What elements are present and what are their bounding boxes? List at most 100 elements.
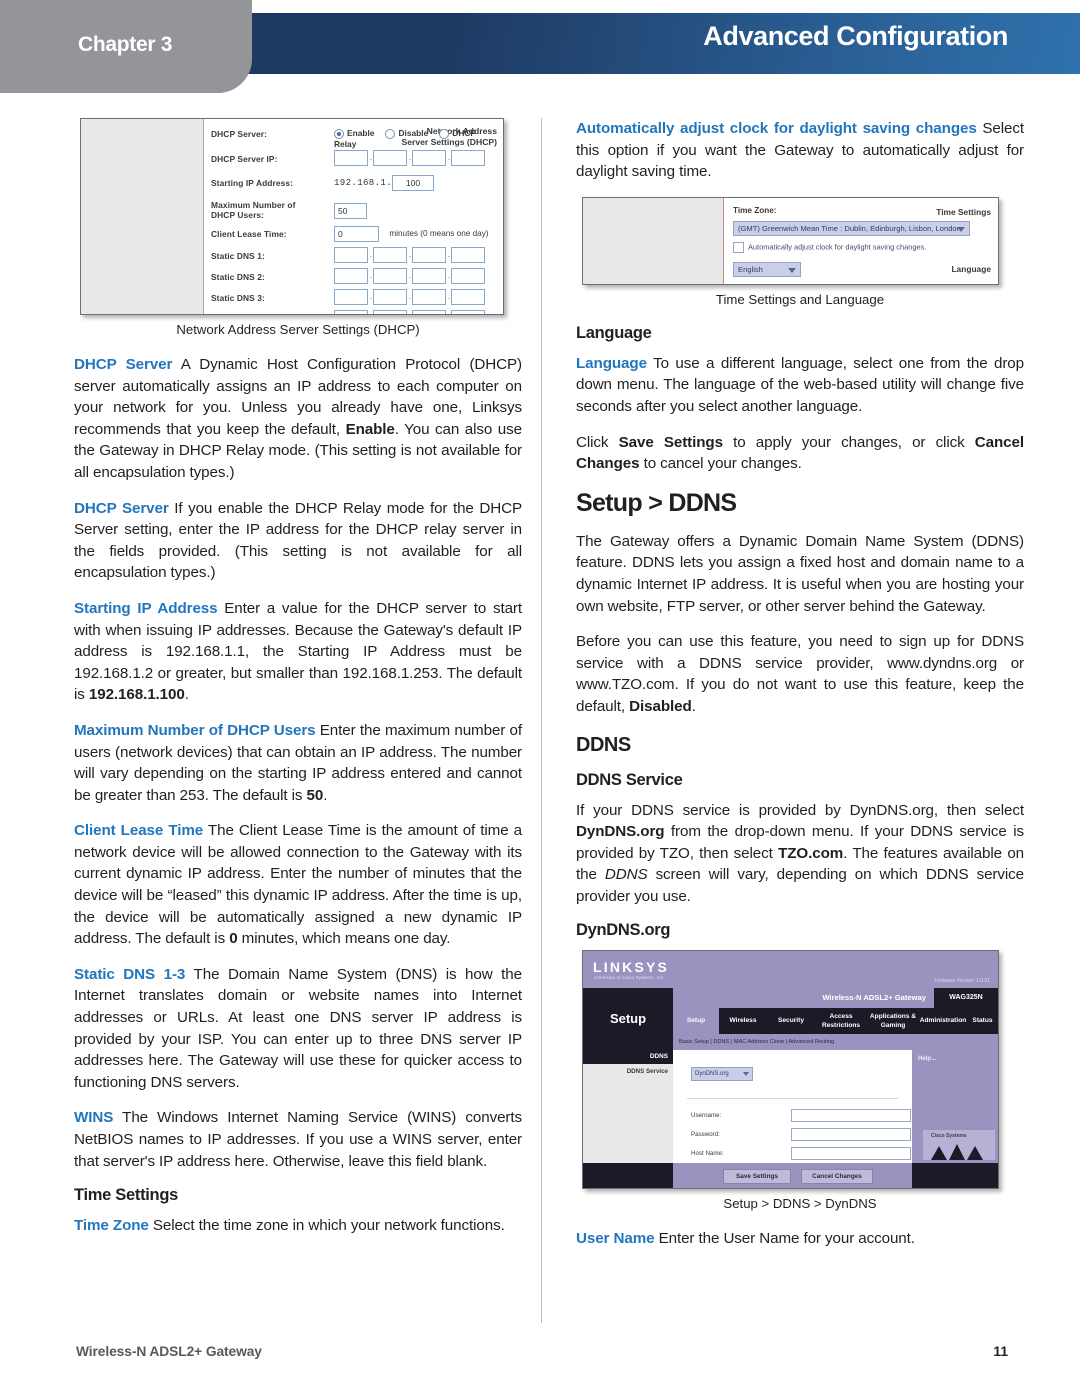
right-column: Automatically adjust clock for daylight … (576, 118, 1024, 1250)
ip-octet-input[interactable] (451, 268, 485, 284)
radio-enable-icon[interactable] (334, 128, 344, 139)
dhcp-server-row-label: DHCP Server: (211, 129, 267, 139)
term-max-dhcp-users: Maximum Number of DHCP Users (74, 721, 316, 739)
ip-octet-input[interactable] (334, 247, 368, 263)
heading-time-settings: Time Settings (74, 1186, 178, 1205)
radio-disable-icon[interactable] (385, 128, 396, 139)
cisco-logo-block: Cisco Systems (923, 1130, 995, 1161)
static-dns-3-inputs[interactable]: ... (334, 289, 486, 305)
radio-disable-label[interactable]: Disable (398, 128, 428, 138)
chapter-label: Chapter 3 (78, 33, 173, 56)
text-ddns-intro-2-tail: . (691, 697, 696, 715)
section-title-setup: Setup (583, 988, 673, 1051)
client-lease-time-suffix: minutes (0 means one day) (389, 229, 489, 239)
tab-access-restrictions[interactable]: Access Restrictions (815, 1008, 867, 1030)
dst-checkbox-row[interactable]: Automatically adjust clock for daylight … (733, 241, 926, 253)
text-dns-body: The Domain Name System (DNS) is how the … (74, 965, 522, 1091)
client-lease-time-wrap[interactable]: 0 minutes (0 means one day) (334, 226, 489, 242)
ip-octet-input[interactable] (412, 310, 446, 314)
side-section-ddns: DDNS (583, 1050, 673, 1065)
ip-octet-input[interactable] (412, 289, 446, 305)
save-settings-button[interactable]: Save Settings (723, 1169, 791, 1185)
paragraph-static-dns: Static DNS 1-3 The Domain Name System (D… (74, 964, 522, 1094)
left-column: Network Address Server Settings (DHCP) D… (74, 118, 522, 1237)
client-lease-time-input[interactable]: 0 (334, 226, 379, 242)
paragraph-ddns-intro-1: The Gateway offers a Dynamic Domain Name… (576, 532, 1024, 615)
tab-status[interactable]: Status (967, 1008, 998, 1034)
radio-dhcp-relay-icon[interactable] (439, 128, 450, 139)
text-lease-body: The Client Lease Time is the amount of t… (74, 822, 522, 948)
static-dns-2-inputs[interactable]: ... (334, 268, 486, 284)
starting-ip-last-octet-input[interactable]: 100 (392, 175, 435, 191)
tab-setup[interactable]: Setup (673, 1008, 719, 1035)
dhcp-server-ip-inputs[interactable]: ... (334, 150, 486, 166)
text-enable-bold: Enable (345, 420, 395, 438)
ip-octet-input[interactable] (373, 310, 407, 314)
ip-octet-input[interactable] (334, 150, 368, 166)
page-title: Advanced Configuration (703, 21, 1008, 51)
max-dhcp-users-input-wrap[interactable]: 50 (334, 203, 368, 219)
text-ddns-service-pre: If your DDNS service is provided by DynD… (576, 801, 1024, 819)
model-number-badge: WAG325N (934, 988, 998, 1009)
ip-octet-input[interactable] (334, 310, 368, 314)
dst-checkbox-label[interactable]: Automatically adjust clock for daylight … (748, 242, 926, 251)
paragraph-daylight-saving: Automatically adjust clock for daylight … (576, 118, 1024, 183)
ip-octet-input[interactable] (334, 289, 368, 305)
tab-applications-gaming[interactable]: Applications & Gaming (867, 1008, 919, 1030)
max-dhcp-users-label: Maximum Number of DHCP Users: (211, 200, 296, 220)
ip-octet-input[interactable] (412, 268, 446, 284)
dhcp-server-ip-label: DHCP Server IP: (211, 154, 278, 164)
heading-setup-ddns: Setup > DDNS (576, 488, 737, 517)
static-dns-1-inputs[interactable]: ... (334, 247, 486, 263)
ip-octet-input[interactable] (451, 247, 485, 263)
ip-octet-input[interactable] (373, 289, 407, 305)
client-lease-time-label: Client Lease Time: (211, 229, 287, 239)
password-input[interactable] (791, 1128, 911, 1142)
tab-security[interactable]: Security (767, 1008, 815, 1034)
ddns-service-dropdown[interactable]: DynDNS.org (691, 1067, 753, 1082)
time-zone-select-wrap[interactable]: (GMT) Greenwich Mean Time : Dublin, Edin… (733, 220, 970, 236)
language-select[interactable]: English (733, 261, 801, 277)
static-dns-3-label: Static DNS 3: (211, 293, 265, 303)
language-select-wrap[interactable]: English (733, 261, 801, 277)
host-name-input[interactable] (791, 1147, 911, 1161)
ip-octet-input[interactable] (373, 268, 407, 284)
wins-inputs[interactable]: ... (334, 310, 486, 314)
dst-checkbox-icon[interactable] (733, 241, 744, 253)
starting-ip-prefix: 192.168.1. (334, 178, 393, 189)
paragraph-dhcp-server-1: DHCP Server A Dynamic Host Configuration… (74, 354, 522, 484)
cancel-changes-button[interactable]: Cancel Changes (801, 1169, 873, 1185)
ip-octet-input[interactable] (412, 150, 446, 166)
text-save-settings-bold: Save Settings (618, 433, 723, 451)
dhcp-server-radio-group[interactable]: Enable Disable DHCP Relay (334, 128, 503, 149)
figure-time-caption: Time Settings and Language (715, 291, 885, 307)
term-user-name: User Name (576, 1230, 655, 1248)
time-settings-panel-label: Time Settings (936, 206, 991, 217)
username-input[interactable] (791, 1109, 911, 1123)
ip-octet-input[interactable] (451, 150, 485, 166)
ip-octet-input[interactable] (451, 310, 485, 314)
starting-ip-value[interactable]: 192.168.1. 100 (334, 175, 435, 191)
linksys-left-column (583, 1050, 673, 1164)
text-tzo-bold: TZO.com (778, 844, 844, 862)
linksys-logo-subtitle: A Division of Cisco Systems, Inc. (594, 975, 665, 981)
max-dhcp-users-input[interactable]: 50 (334, 203, 367, 219)
figure-dhcp-settings: Network Address Server Settings (DHCP) D… (80, 118, 504, 315)
ip-octet-input[interactable] (373, 247, 407, 263)
help-title[interactable]: Help... (918, 1056, 936, 1062)
figure-time-settings: Time Settings Language Time Zone: (GMT) … (582, 196, 999, 285)
linksys-subnav[interactable]: Basic Setup | DDNS | MAC Address Clone |… (673, 1034, 998, 1051)
tab-wireless[interactable]: Wireless (719, 1008, 767, 1034)
radio-enable-label[interactable]: Enable (347, 128, 374, 138)
tab-administration[interactable]: Administration (919, 1008, 967, 1034)
language-panel-label: Language (951, 263, 991, 274)
cisco-logo-text: Cisco Systems (931, 1133, 967, 1140)
ip-octet-input[interactable] (451, 289, 485, 305)
text-max-users-default: 50 (306, 786, 324, 804)
ip-octet-input[interactable] (373, 150, 407, 166)
ip-octet-input[interactable] (334, 268, 368, 284)
term-daylight-saving: Automatically adjust clock for daylight … (576, 120, 977, 137)
time-zone-select[interactable]: (GMT) Greenwich Mean Time : Dublin, Edin… (733, 220, 970, 236)
term-time-zone: Time Zone (74, 1217, 149, 1235)
ip-octet-input[interactable] (412, 247, 446, 263)
